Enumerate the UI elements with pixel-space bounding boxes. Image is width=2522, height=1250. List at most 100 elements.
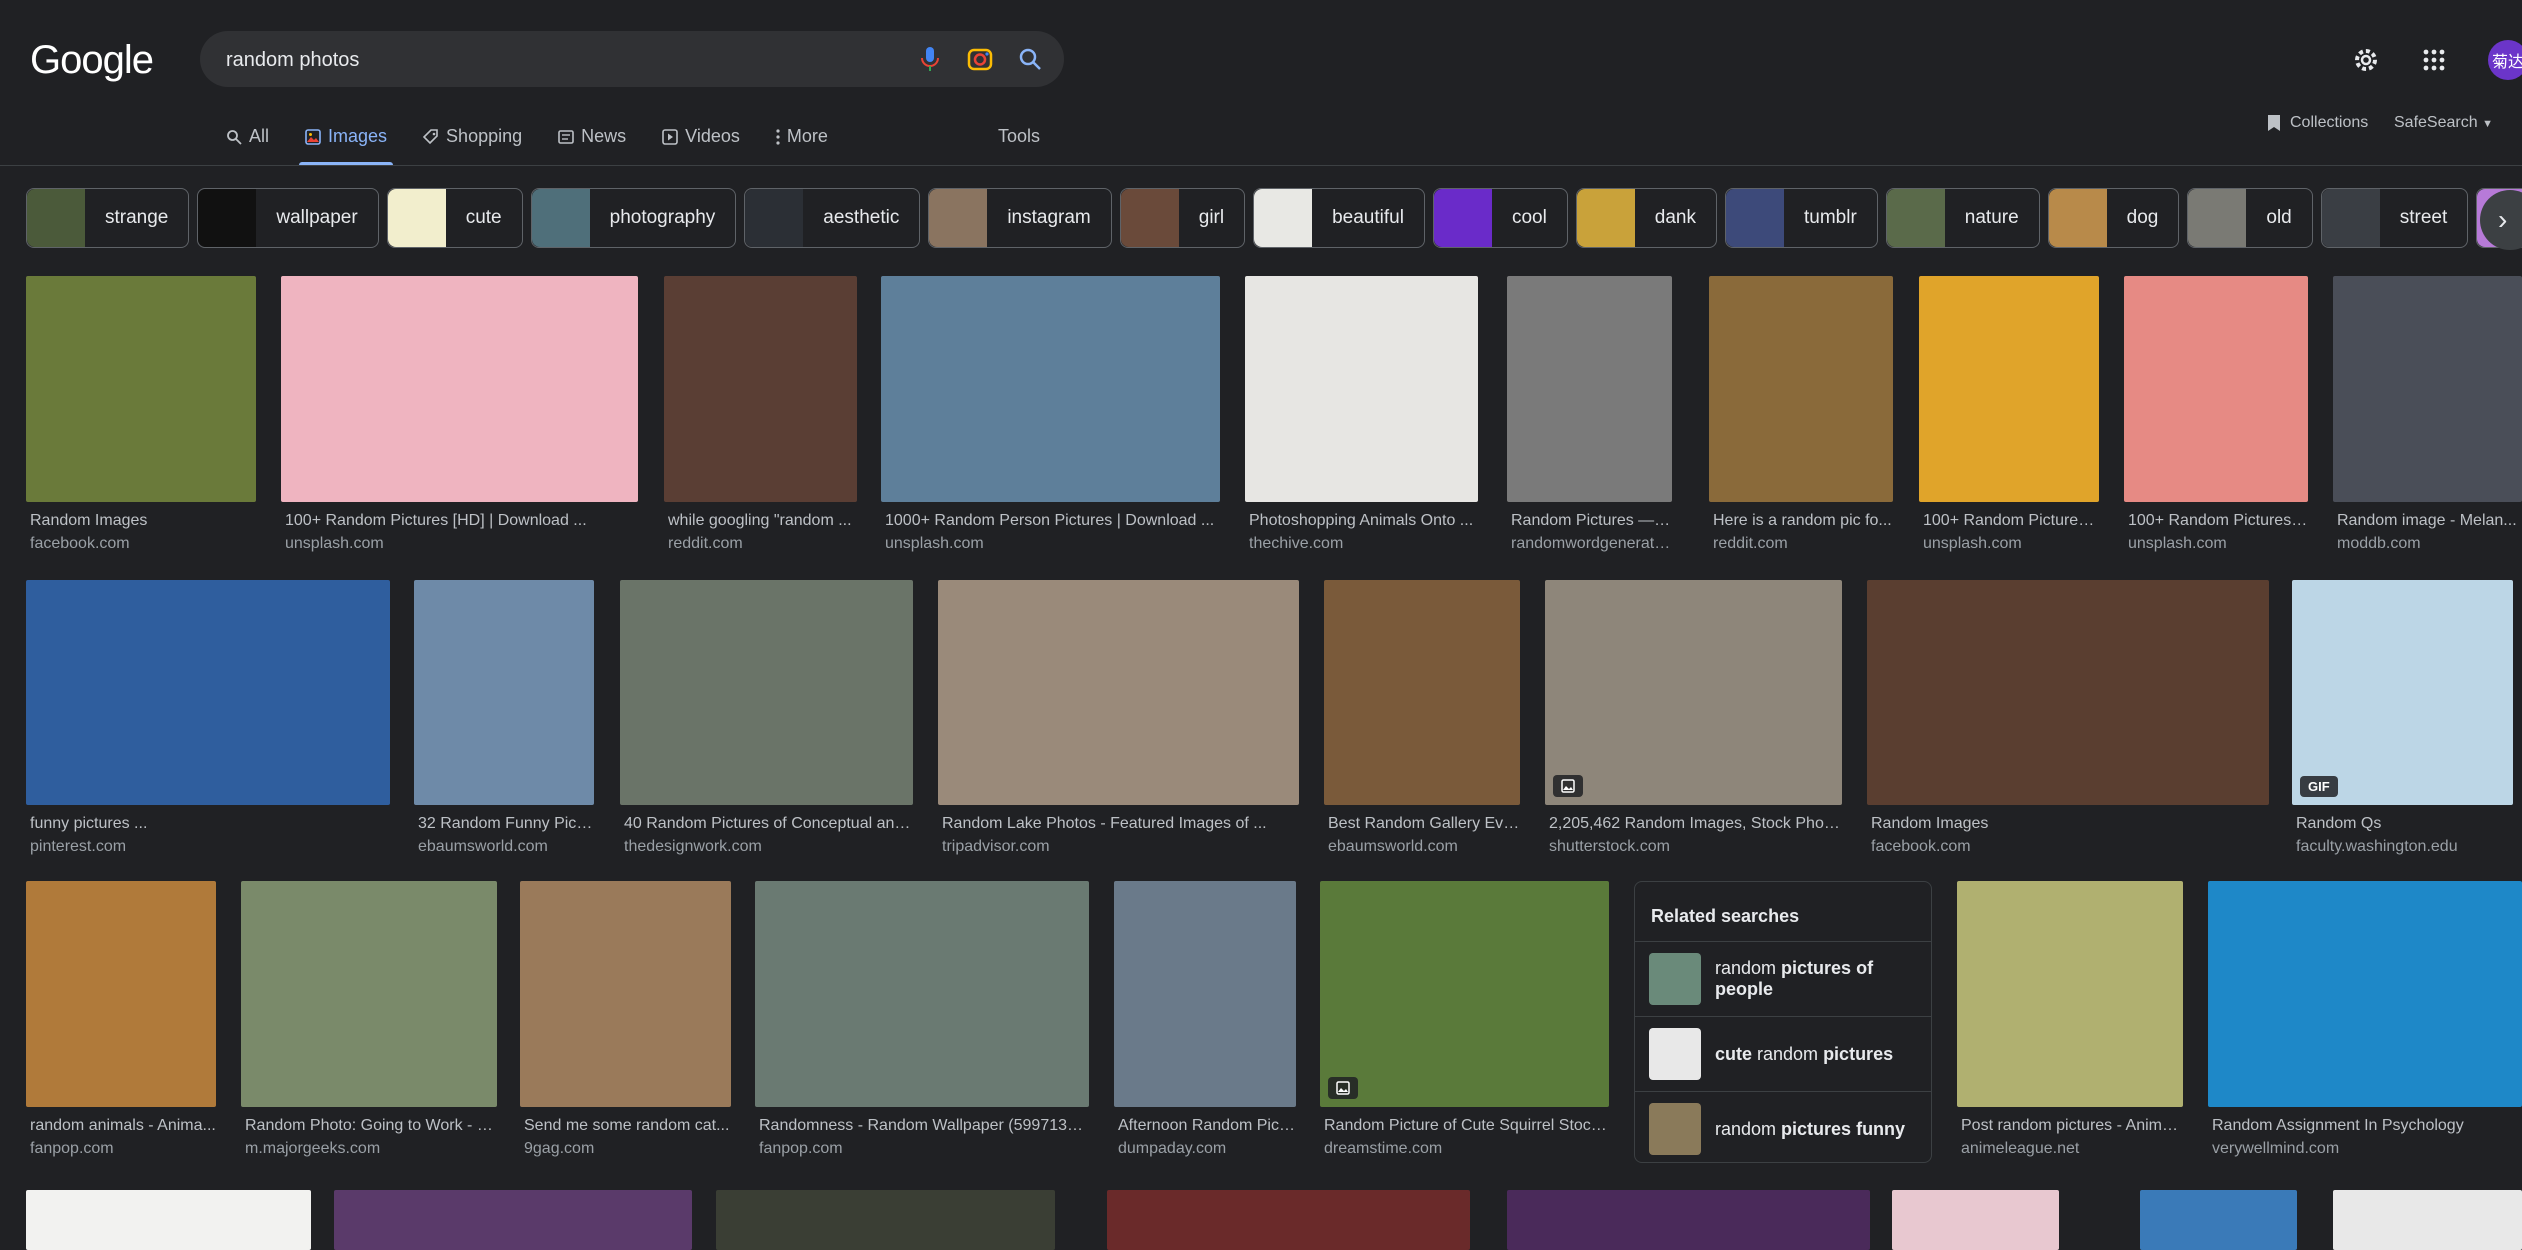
related-search-item[interactable]: random pictures of people xyxy=(1635,941,1931,1016)
result-title[interactable]: Post random pictures - Anime... xyxy=(1961,1117,2183,1135)
result-title[interactable]: Photoshopping Animals Onto ... xyxy=(1249,512,1478,530)
result-source[interactable]: shutterstock.com xyxy=(1549,838,1842,856)
result-thumbnail[interactable] xyxy=(414,580,594,805)
result-thumbnail[interactable] xyxy=(881,276,1220,502)
google-logo[interactable]: Google xyxy=(30,38,154,83)
result-thumbnail[interactable] xyxy=(281,276,638,502)
result-source[interactable]: facebook.com xyxy=(1871,838,2269,856)
result-thumbnail[interactable] xyxy=(1892,1190,2059,1250)
result-source[interactable]: unsplash.com xyxy=(1923,535,2099,553)
result-title[interactable]: Random Qs xyxy=(2296,815,2513,833)
tab-all[interactable]: All xyxy=(224,120,271,165)
result-source[interactable]: moddb.com xyxy=(2337,535,2522,553)
chip-strange[interactable]: strange xyxy=(26,188,190,248)
result-title[interactable]: Send me some random cat... xyxy=(524,1117,731,1135)
tab-shopping[interactable]: Shopping xyxy=(421,120,524,165)
result-source[interactable]: dumpaday.com xyxy=(1118,1140,1296,1158)
result-source[interactable]: 9gag.com xyxy=(524,1140,731,1158)
result-thumbnail[interactable] xyxy=(1245,276,1478,502)
result-source[interactable]: fanpop.com xyxy=(30,1140,216,1158)
result-title[interactable]: Random Pictures — 10... xyxy=(1511,512,1672,530)
result-source[interactable]: randomwordgenerator.... xyxy=(1511,535,1672,553)
result-title[interactable]: Afternoon Random Pict... xyxy=(1118,1117,1296,1135)
collections-link[interactable]: Collections xyxy=(2266,114,2368,132)
result-source[interactable]: verywellmind.com xyxy=(2212,1140,2522,1158)
result-source[interactable]: dreamstime.com xyxy=(1324,1140,1609,1158)
chip-wallpaper[interactable]: wallpaper xyxy=(197,188,379,248)
account-avatar[interactable]: 菊达 xyxy=(2488,40,2522,80)
result-thumbnail[interactable] xyxy=(938,580,1299,805)
result-thumbnail[interactable] xyxy=(1324,580,1520,805)
settings-gear-icon[interactable] xyxy=(2352,46,2380,74)
result-source[interactable]: thedesignwork.com xyxy=(624,838,913,856)
result-source[interactable]: tripadvisor.com xyxy=(942,838,1299,856)
result-title[interactable]: funny pictures ... xyxy=(30,815,390,833)
tab-videos[interactable]: Videos xyxy=(660,120,742,165)
result-thumbnail[interactable] xyxy=(520,881,731,1107)
result-thumbnail[interactable] xyxy=(334,1190,692,1250)
result-thumbnail[interactable] xyxy=(26,276,256,502)
apps-grid-icon[interactable] xyxy=(2420,46,2448,74)
chip-cool[interactable]: cool xyxy=(1432,188,1568,248)
result-thumbnail[interactable] xyxy=(2124,276,2308,502)
result-title[interactable]: random animals - Anima... xyxy=(30,1117,216,1135)
result-title[interactable]: Random Assignment In Psychology xyxy=(2212,1117,2522,1135)
search-icon[interactable] xyxy=(1016,45,1044,73)
chip-dog[interactable]: dog xyxy=(2047,188,2180,248)
tab-news[interactable]: News xyxy=(556,120,628,165)
related-search-item[interactable]: random pictures funny xyxy=(1635,1091,1931,1166)
result-title[interactable]: 100+ Random Pictures [HD] | Download ... xyxy=(285,512,638,530)
result-title[interactable]: 40 Random Pictures of Conceptual and... xyxy=(624,815,913,833)
related-search-item[interactable]: cute random pictures xyxy=(1635,1016,1931,1091)
result-title[interactable]: 2,205,462 Random Images, Stock Photo... xyxy=(1549,815,1842,833)
result-title[interactable]: Random Images xyxy=(1871,815,2269,833)
result-source[interactable]: unsplash.com xyxy=(885,535,1220,553)
result-thumbnail[interactable] xyxy=(2333,1190,2522,1250)
chip-photography[interactable]: photography xyxy=(530,188,737,248)
result-thumbnail[interactable] xyxy=(1507,1190,1870,1250)
result-title[interactable]: while googling "random ... xyxy=(668,512,857,530)
chip-old[interactable]: old xyxy=(2187,188,2313,248)
result-thumbnail[interactable] xyxy=(2208,881,2522,1107)
result-source[interactable]: thechive.com xyxy=(1249,535,1478,553)
chip-instagram[interactable]: instagram xyxy=(928,188,1112,248)
result-title[interactable]: Random Lake Photos - Featured Images of … xyxy=(942,815,1299,833)
search-input[interactable] xyxy=(224,43,868,77)
result-thumbnail[interactable] xyxy=(1867,580,2269,805)
result-source[interactable]: ebaumsworld.com xyxy=(418,838,594,856)
result-source[interactable]: facebook.com xyxy=(30,535,256,553)
result-source[interactable]: reddit.com xyxy=(1713,535,1893,553)
result-thumbnail[interactable] xyxy=(1957,881,2183,1107)
result-title[interactable]: Random image - Melan... xyxy=(2337,512,2522,530)
result-title[interactable]: 100+ Random Pictures ... xyxy=(2128,512,2308,530)
result-thumbnail[interactable] xyxy=(1107,1190,1470,1250)
result-thumbnail[interactable] xyxy=(1320,881,1609,1107)
result-thumbnail[interactable]: GIF xyxy=(2292,580,2513,805)
chip-beautiful[interactable]: beautiful xyxy=(1253,188,1425,248)
result-source[interactable]: unsplash.com xyxy=(2128,535,2308,553)
result-thumbnail[interactable] xyxy=(755,881,1089,1107)
result-thumbnail[interactable] xyxy=(241,881,497,1107)
result-source[interactable]: reddit.com xyxy=(668,535,857,553)
result-thumbnail[interactable] xyxy=(2140,1190,2297,1250)
result-title[interactable]: Random Picture of Cute Squirrel Stock ..… xyxy=(1324,1117,1609,1135)
safesearch-button[interactable]: SafeSearch ▼ xyxy=(2394,114,2493,132)
result-thumbnail[interactable] xyxy=(620,580,913,805)
result-thumbnail[interactable] xyxy=(26,881,216,1107)
chip-street[interactable]: street xyxy=(2320,188,2469,248)
tab-images[interactable]: Images xyxy=(299,120,394,165)
result-thumbnail[interactable] xyxy=(1545,580,1842,805)
result-title[interactable]: 1000+ Random Person Pictures | Download … xyxy=(885,512,1220,530)
camera-lens-icon[interactable] xyxy=(966,45,994,73)
result-thumbnail[interactable] xyxy=(716,1190,1055,1250)
chip-dank[interactable]: dank xyxy=(1575,188,1717,248)
result-source[interactable]: ebaumsworld.com xyxy=(1328,838,1520,856)
chip-cute[interactable]: cute xyxy=(386,188,523,248)
chip-aesthetic[interactable]: aesthetic xyxy=(744,188,921,248)
result-thumbnail[interactable] xyxy=(26,1190,311,1250)
tab-more[interactable]: More xyxy=(774,120,830,165)
result-thumbnail[interactable] xyxy=(1709,276,1893,502)
result-thumbnail[interactable] xyxy=(1114,881,1296,1107)
result-source[interactable]: pinterest.com xyxy=(30,838,390,856)
search-box[interactable] xyxy=(200,31,1064,87)
